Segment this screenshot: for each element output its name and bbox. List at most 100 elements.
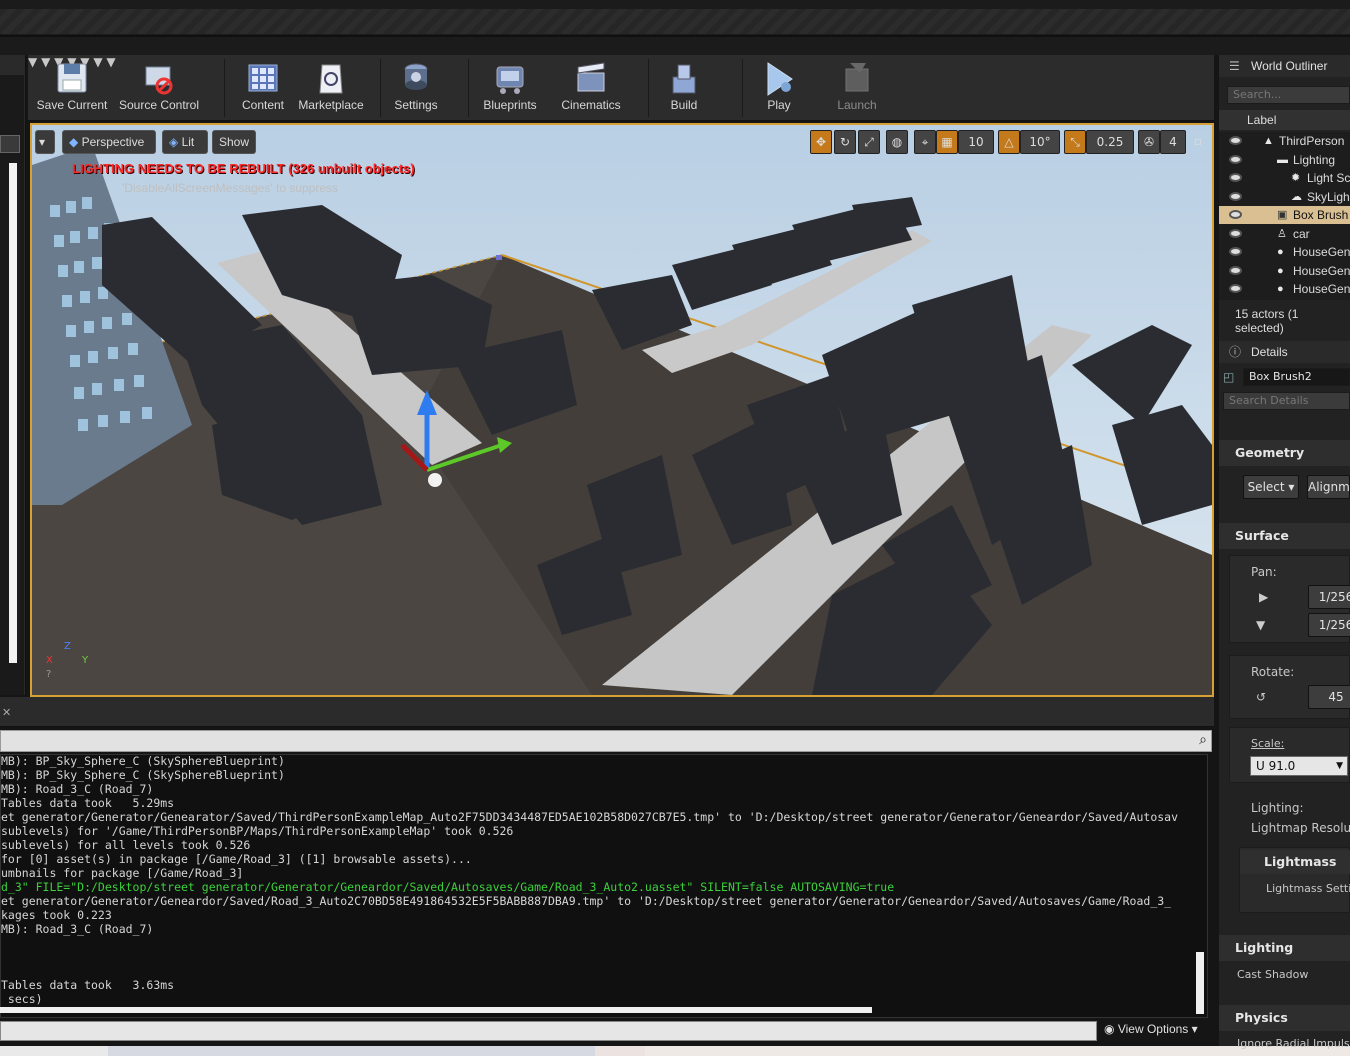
outliner-search-input[interactable]: Search... bbox=[1227, 86, 1350, 104]
visibility-eye-icon[interactable] bbox=[1229, 265, 1242, 275]
rotate-value-button[interactable]: 45 bbox=[1308, 685, 1350, 709]
visibility-eye-icon[interactable] bbox=[1229, 284, 1242, 293]
viewport-menu-button[interactable]: ▾ bbox=[35, 130, 55, 154]
visibility-eye-icon[interactable] bbox=[1229, 136, 1242, 145]
outliner-row[interactable]: ☁ SkyLigh bbox=[1219, 188, 1350, 206]
left-search-field[interactable] bbox=[0, 135, 20, 153]
perspective-button[interactable]: ◆ Perspective bbox=[62, 130, 156, 154]
visibility-eye-icon[interactable] bbox=[1229, 173, 1242, 182]
right-panel: ☰ World Outliner Search... Label ▲ ThirdP… bbox=[1219, 55, 1350, 1050]
left-panel bbox=[0, 55, 26, 695]
settings-icon bbox=[404, 63, 428, 90]
sphere-icon: ● bbox=[1277, 246, 1284, 258]
outliner-row[interactable]: ● HouseGen bbox=[1219, 262, 1350, 280]
rotate-mode-icon[interactable]: ↻ bbox=[834, 130, 856, 154]
surface-snap-icon[interactable]: ⌖ bbox=[914, 130, 936, 154]
suppress-message: 'DisableAllScreenMessages' to suppress bbox=[122, 181, 339, 195]
maximize-viewport-icon[interactable]: ▫ bbox=[1190, 130, 1206, 154]
marketplace-button[interactable]: Marketplace bbox=[294, 55, 368, 121]
log-filter-field[interactable]: ⌕ bbox=[0, 730, 1212, 752]
world-outliner-header: ☰ World Outliner bbox=[1219, 55, 1350, 77]
scale-dropdown[interactable]: U 91.0 ▼ bbox=[1250, 756, 1348, 776]
source-control-button[interactable]: Source Control bbox=[116, 55, 202, 121]
help-icon[interactable]: ? bbox=[46, 669, 51, 680]
outliner-row[interactable]: ● HouseGen bbox=[1219, 243, 1350, 261]
outliner-row[interactable]: ▣ Box Brush bbox=[1219, 206, 1350, 224]
output-log[interactable]: MB): BP_Sky_Sphere_C (SkySphereBlueprint… bbox=[0, 754, 1208, 1018]
pan-v-button[interactable]: 1/256 bbox=[1308, 613, 1350, 637]
scale-snap-value[interactable]: 0.25 bbox=[1086, 130, 1134, 154]
close-tab-icon[interactable]: ✕ bbox=[2, 706, 11, 719]
rotate-icon[interactable]: ↺ bbox=[1256, 690, 1266, 704]
play-button[interactable]: Play bbox=[748, 55, 810, 121]
content-button[interactable]: Content bbox=[232, 55, 294, 121]
actor-icon: ♙ bbox=[1277, 227, 1287, 240]
console-command-input[interactable] bbox=[0, 1021, 1097, 1041]
title-bar bbox=[0, 0, 1350, 55]
level-icon: ▲ bbox=[1263, 135, 1274, 147]
save-current-button[interactable]: Save Current bbox=[32, 55, 112, 121]
geometry-section[interactable]: Geometry bbox=[1219, 440, 1350, 466]
view-options-button[interactable]: ◉ View Options ▾ bbox=[1104, 1022, 1198, 1036]
rotation-snap-value[interactable]: 10° bbox=[1020, 130, 1060, 154]
rotation-snap-icon[interactable]: △ bbox=[998, 130, 1020, 154]
select-dropdown[interactable]: Select ▾ bbox=[1243, 475, 1299, 499]
log-vertical-scrollbar[interactable] bbox=[1196, 952, 1204, 1014]
alignment-dropdown[interactable]: Alignme bbox=[1307, 475, 1350, 499]
level-viewport[interactable]: ▾ ◆ Perspective ◈ Lit Show ✥ ↻ ⤢ ◍ ⌖ ▦ 1… bbox=[30, 123, 1214, 697]
translate-mode-icon[interactable]: ✥ bbox=[810, 130, 832, 154]
pan-down-icon[interactable]: ▼ bbox=[1256, 618, 1265, 632]
left-scrollbar[interactable] bbox=[9, 163, 17, 663]
lighting-section[interactable]: Lighting bbox=[1219, 935, 1350, 961]
actor-name-field[interactable]: Box Brush2 bbox=[1243, 368, 1350, 386]
visibility-eye-icon[interactable] bbox=[1229, 247, 1242, 256]
details-search-input[interactable]: Search Details bbox=[1223, 392, 1350, 410]
lighting-warning: LIGHTING NEEDS TO BE REBUILT (326 unbuil… bbox=[72, 161, 415, 176]
visibility-eye-icon[interactable] bbox=[1229, 210, 1242, 219]
physics-section[interactable]: Physics bbox=[1219, 1005, 1350, 1031]
pan-u-button[interactable]: 1/256 bbox=[1308, 585, 1350, 609]
world-space-icon[interactable]: ◍ bbox=[886, 130, 908, 154]
details-header: ⓘ Details bbox=[1219, 341, 1350, 363]
grid-snap-value[interactable]: 10 bbox=[958, 130, 994, 154]
outliner-list: ▲ ThirdPerson ▬ Lighting ✹ Light Sc ☁ SkyLigh ▣ B… bbox=[1219, 132, 1350, 300]
outliner-row[interactable]: ▲ ThirdPerson bbox=[1219, 132, 1350, 150]
main-toolbar: Save Current Source Control ▼ Content Ma… bbox=[28, 55, 1214, 121]
outliner-row[interactable]: ▬ Lighting bbox=[1219, 151, 1350, 169]
axis-indicator: Z Y X ? bbox=[44, 637, 94, 680]
outliner-row-label: Box Brush bbox=[1293, 208, 1349, 222]
scale-mode-icon[interactable]: ⤢ bbox=[858, 130, 880, 154]
outliner-label-column[interactable]: Label bbox=[1219, 110, 1350, 130]
log-horizontal-scrollbar[interactable] bbox=[0, 1007, 872, 1013]
camera-speed-value[interactable]: 4 bbox=[1160, 130, 1186, 154]
log-line: MB): BP_Sky_Sphere_C (SkySphereBlueprint… bbox=[1, 754, 285, 768]
camera-speed-icon[interactable]: ✇ bbox=[1138, 130, 1160, 154]
lightmass-header[interactable]: Lightmass bbox=[1240, 850, 1350, 874]
outliner-row-label: SkyLigh bbox=[1307, 189, 1350, 204]
scale-snap-icon[interactable]: ⤡ bbox=[1064, 130, 1086, 154]
lit-button[interactable]: ◈ Lit bbox=[162, 130, 208, 154]
scene-render[interactable] bbox=[32, 125, 1212, 695]
show-button[interactable]: Show bbox=[212, 130, 256, 154]
log-line: et generator/Generator/Geneardor/Saved/R… bbox=[1, 894, 1172, 908]
blueprints-icon bbox=[496, 66, 524, 94]
details-icon: ⓘ bbox=[1229, 345, 1242, 359]
build-button[interactable]: Build bbox=[654, 55, 714, 121]
pan-right-icon[interactable]: ▶ bbox=[1259, 590, 1268, 604]
eye-icon: ◉ bbox=[1104, 1022, 1115, 1036]
blueprints-button[interactable]: Blueprints bbox=[474, 55, 546, 121]
log-line: d_3" FILE="D:/Desktop/street generator/G… bbox=[1, 880, 895, 894]
visibility-eye-icon[interactable] bbox=[1229, 154, 1242, 164]
launch-button[interactable]: Launch bbox=[824, 55, 890, 121]
lightmass-settings-row[interactable]: Lightmass Settir bbox=[1266, 882, 1350, 895]
visibility-eye-icon[interactable] bbox=[1229, 228, 1242, 238]
surface-properties-section[interactable]: Surface Properties bbox=[1219, 523, 1350, 569]
grid-snap-icon[interactable]: ▦ bbox=[936, 130, 958, 154]
settings-button[interactable]: Settings bbox=[386, 55, 446, 121]
outliner-row[interactable]: ● HouseGen bbox=[1219, 280, 1350, 298]
source-control-icon bbox=[145, 66, 173, 95]
outliner-row[interactable]: ✹ Light Sc bbox=[1219, 169, 1350, 187]
cinematics-button[interactable]: Cinematics bbox=[554, 55, 628, 121]
outliner-row[interactable]: ♙ car bbox=[1219, 225, 1350, 243]
visibility-eye-icon[interactable] bbox=[1229, 191, 1242, 201]
